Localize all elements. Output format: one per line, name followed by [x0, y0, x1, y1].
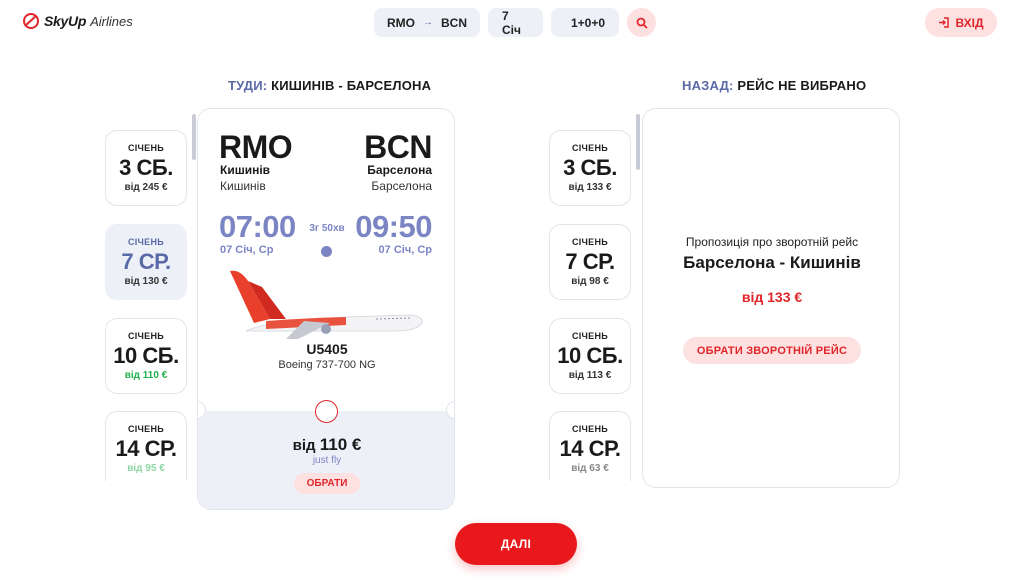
- aircraft-type: Boeing 737-700 NG: [278, 359, 376, 371]
- clock-icon: [321, 246, 332, 257]
- search-button[interactable]: [627, 8, 656, 37]
- date-day: 7 СР.: [565, 249, 615, 274]
- destination-code: BCN: [441, 15, 467, 30]
- date-price: від 245 €: [124, 182, 168, 193]
- flight-duration: 3г 50хв: [309, 223, 345, 234]
- outbound-date-card[interactable]: СІЧЕНЬ 10 СБ. від 110 €: [105, 318, 187, 394]
- date-value: 7 Січ: [502, 8, 521, 37]
- inbound-title-route: РЕЙС НЕ ВИБРАНО: [737, 78, 867, 93]
- arrival-city-bold: Барселона: [367, 163, 432, 177]
- departure-code: RMO: [219, 129, 293, 165]
- outbound-date-card[interactable]: СІЧЕНЬ 14 СР. від 95 €: [105, 411, 187, 481]
- return-offer-price: від 133 €: [741, 289, 803, 305]
- inbound-title-label: НАЗАД:: [682, 78, 734, 93]
- departure-city: Кишинів: [220, 179, 266, 193]
- route-pill[interactable]: RMO → BCN: [374, 8, 480, 37]
- date-price: від 130 €: [124, 276, 168, 287]
- arrival-code: BCN: [364, 129, 432, 165]
- next-button[interactable]: ДАЛІ: [455, 523, 577, 565]
- departure-date: 07 Січ, Ср: [220, 244, 274, 256]
- arrival-time: 09:50: [355, 209, 432, 244]
- brand-name: SkyUp: [44, 13, 87, 29]
- date-month: СІЧЕНЬ: [571, 331, 609, 341]
- arrival-city: Барселона: [371, 179, 432, 193]
- inbound-title: НАЗАД: РЕЙС НЕ ВИБРАНО: [682, 78, 866, 93]
- fare-price: від 110 €: [198, 435, 454, 455]
- date-month: СІЧЕНЬ: [127, 237, 165, 247]
- date-day: 3 СБ.: [119, 155, 173, 180]
- header: SkyUp Airlines RMO → BCN 7 Січ 1+0+0 ВХІ…: [0, 0, 1024, 46]
- inbound-date-card[interactable]: СІЧЕНЬ 10 СБ. від 113 €: [549, 318, 631, 394]
- outbound-date-card-selected[interactable]: СІЧЕНЬ 7 СР. від 130 €: [105, 224, 187, 300]
- date-price: від 110 €: [124, 370, 168, 381]
- date-day: 7 СР.: [121, 249, 171, 274]
- date-month: СІЧЕНЬ: [571, 424, 609, 434]
- date-pill[interactable]: 7 Січ: [488, 8, 543, 37]
- brand-suffix: Airlines: [90, 13, 133, 29]
- date-day: 14 СР.: [559, 436, 621, 461]
- fare-name: just fly: [312, 455, 342, 466]
- outbound-date-card[interactable]: СІЧЕНЬ 3 СБ. від 245 €: [105, 130, 187, 206]
- fare-price-value: 110 €: [319, 435, 362, 454]
- outbound-title-label: ТУДИ:: [228, 78, 268, 93]
- date-day: 3 СБ.: [563, 155, 617, 180]
- date-month: СІЧЕНЬ: [571, 237, 609, 247]
- flight-number: U5405: [306, 341, 348, 357]
- date-day: 14 СР.: [115, 436, 177, 461]
- arrival-date: 07 Січ, Ср: [378, 244, 432, 256]
- date-day: 10 СБ.: [113, 343, 179, 368]
- outbound-title-route: КИШИНІВ - БАРСЕЛОНА: [271, 78, 432, 93]
- departure-time: 07:00: [219, 209, 296, 244]
- date-month: СІЧЕНЬ: [571, 143, 609, 153]
- date-price: від 95 €: [127, 463, 165, 474]
- return-offer-text: Пропозиція про зворотній рейс: [685, 235, 859, 249]
- airplane-image: [230, 270, 423, 339]
- departure-city-bold: Кишинів: [220, 163, 271, 177]
- skyup-logo[interactable]: SkyUp Airlines: [22, 12, 133, 30]
- skyup-logo-icon: [23, 13, 39, 29]
- date-price: від 113 €: [568, 370, 612, 381]
- fare-price-prefix: від: [292, 437, 316, 454]
- return-offer-route: Барселона - Кишинів: [683, 253, 861, 272]
- origin-code: RMO: [387, 15, 415, 30]
- date-month: СІЧЕНЬ: [127, 143, 165, 153]
- return-offer-card: Пропозиція про зворотній рейс Барселона …: [642, 108, 900, 488]
- fare-radio[interactable]: [315, 400, 338, 423]
- choose-return-button[interactable]: ОБРАТИ ЗВОРОТНІЙ РЕЙС: [683, 337, 861, 364]
- choose-fare-button[interactable]: ОБРАТИ: [294, 473, 360, 494]
- outbound-dates-scrollbar[interactable]: [192, 114, 196, 160]
- passengers-value: 1+0+0: [570, 15, 606, 30]
- outbound-title: ТУДИ: КИШИНІВ - БАРСЕЛОНА: [228, 78, 431, 93]
- date-day: 10 СБ.: [557, 343, 623, 368]
- arrow-right-icon: →: [423, 17, 433, 28]
- date-price: від 63 €: [571, 463, 609, 474]
- login-icon: [939, 17, 950, 28]
- date-price: від 133 €: [568, 182, 612, 193]
- date-price: від 98 €: [571, 276, 609, 287]
- inbound-date-card[interactable]: СІЧЕНЬ 3 СБ. від 133 €: [549, 130, 631, 206]
- date-month: СІЧЕНЬ: [127, 331, 165, 341]
- date-month: СІЧЕНЬ: [127, 424, 165, 434]
- login-button[interactable]: ВХІД: [925, 8, 997, 37]
- search-summary: RMO → BCN 7 Січ 1+0+0: [374, 8, 656, 37]
- inbound-date-card[interactable]: СІЧЕНЬ 7 СР. від 98 €: [549, 224, 631, 300]
- outbound-flight-card[interactable]: RMO BCN Кишинів Барселона Кишинів Барсел…: [197, 108, 455, 510]
- login-label: ВХІД: [955, 15, 984, 30]
- inbound-date-card[interactable]: СІЧЕНЬ 14 СР. від 63 €: [549, 411, 631, 481]
- search-icon: [636, 17, 647, 28]
- inbound-dates-scrollbar[interactable]: [636, 114, 640, 170]
- passengers-pill[interactable]: 1+0+0: [551, 8, 619, 37]
